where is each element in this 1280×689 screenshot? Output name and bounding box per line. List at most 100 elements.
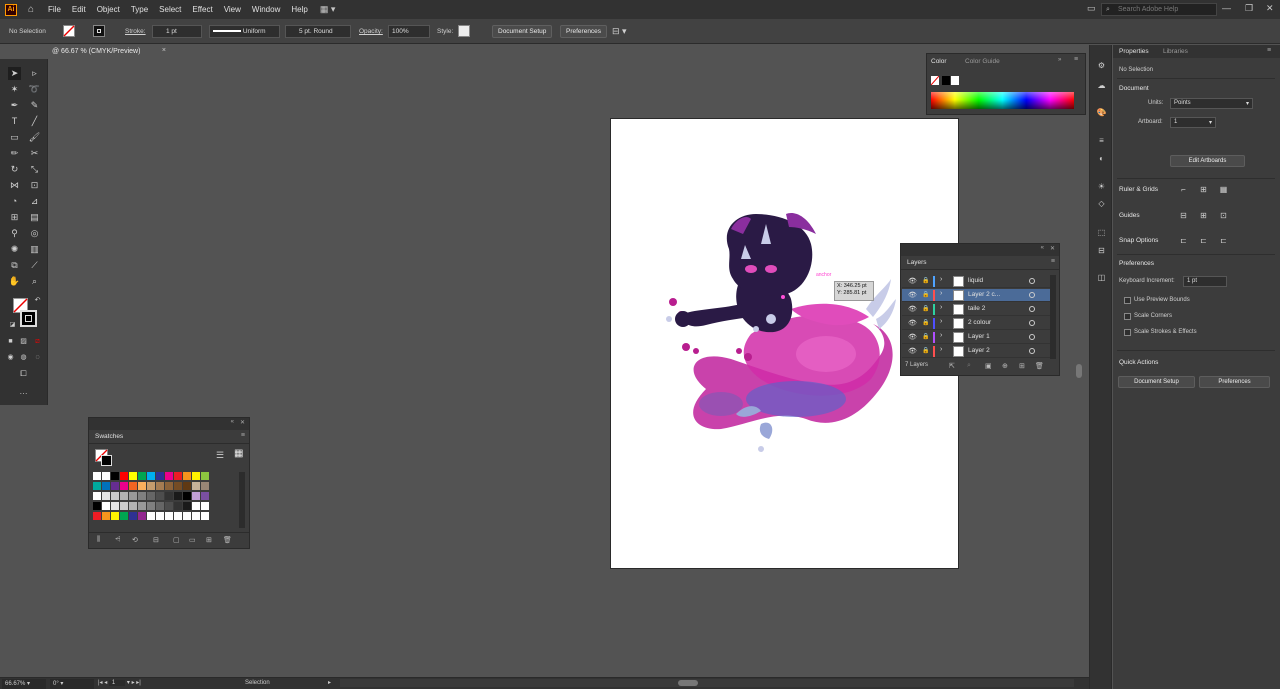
zoom-field[interactable]: 66.67% ▾ (2, 679, 46, 689)
color-swatch[interactable] (93, 492, 101, 500)
color-swatch[interactable] (102, 512, 110, 520)
color-swatch[interactable] (183, 482, 191, 490)
color-swatch[interactable] (201, 482, 209, 490)
none-mode-icon[interactable]: ⧄ (31, 335, 44, 348)
show-guides-icon[interactable]: ⊟ (1178, 210, 1189, 221)
color-swatch[interactable] (120, 482, 128, 490)
layer-row[interactable]: 👁 🔒 › 2 colour (902, 317, 1051, 330)
color-mode-icon[interactable]: ■ (4, 335, 17, 348)
target-circle-icon[interactable] (1029, 348, 1035, 354)
new-layer-icon[interactable]: ⊞ (1019, 362, 1025, 370)
color-swatch[interactable] (93, 472, 101, 480)
direct-selection-tool-icon[interactable]: ▹ (28, 67, 41, 80)
color-swatch[interactable] (156, 502, 164, 510)
menu-effect[interactable]: Effect (192, 5, 212, 14)
gradient-dock-icon[interactable]: ◐ (1096, 153, 1107, 164)
color-swatch[interactable] (111, 482, 119, 490)
color-swatch[interactable] (93, 502, 101, 510)
target-circle-icon[interactable] (1029, 306, 1035, 312)
document-setup-button[interactable]: Document Setup (492, 25, 553, 38)
menu-object[interactable]: Object (97, 5, 120, 14)
align-icon[interactable]: ⊟ ▾ (612, 26, 627, 37)
close-icon[interactable]: ✕ (1266, 3, 1274, 14)
color-swatch[interactable] (147, 482, 155, 490)
keyboard-increment-field[interactable]: 1 pt (1183, 276, 1227, 287)
lasso-tool-icon[interactable]: ➰ (28, 83, 41, 96)
color-swatch[interactable] (111, 512, 119, 520)
edit-toolbar-icon[interactable]: ··· (17, 387, 30, 400)
color-swatch[interactable] (102, 502, 110, 510)
collapse-icon[interactable]: « (1041, 245, 1044, 251)
opacity-label[interactable]: Opacity: (359, 28, 383, 35)
variable-width-profile[interactable]: Uniform (209, 25, 280, 38)
layer-name[interactable]: Layer 2 (968, 347, 990, 354)
color-swatch[interactable] (138, 482, 146, 490)
color-swatch[interactable] (165, 472, 173, 480)
color-swatch[interactable] (156, 512, 164, 520)
lock-icon[interactable]: 🔒 (922, 305, 929, 312)
mesh-tool-icon[interactable]: ⊞ (8, 211, 21, 224)
chevron-right-icon[interactable]: › (940, 290, 942, 297)
vertical-scroll-thumb[interactable] (1076, 364, 1082, 378)
color-swatch[interactable] (129, 482, 137, 490)
pen-tool-icon[interactable]: ✒ (8, 99, 21, 112)
color-swatch[interactable] (147, 512, 155, 520)
color-swatch[interactable] (183, 472, 191, 480)
ruler-icon[interactable]: ⌐ (1178, 184, 1189, 195)
rotate-tool-icon[interactable]: ↻ (8, 163, 21, 176)
preferences-button[interactable]: Preferences (560, 25, 608, 38)
target-circle-icon[interactable] (1029, 320, 1035, 326)
color-swatch[interactable] (120, 472, 128, 480)
scale-tool-icon[interactable]: ⤡ (28, 163, 41, 176)
arrange-icon[interactable]: ▭ (1087, 3, 1096, 14)
color-swatch[interactable] (192, 472, 200, 480)
visibility-eye-icon[interactable]: 👁 (908, 291, 917, 299)
visibility-eye-icon[interactable]: 👁 (908, 319, 917, 327)
selection-tool-icon[interactable]: ➤ (8, 67, 21, 80)
color-dock-icon[interactable]: 🎨 (1096, 107, 1107, 118)
paintbrush-tool-icon[interactable]: 🖌 (28, 131, 41, 144)
close-panel-icon[interactable]: ✕ (240, 419, 245, 426)
new-swatch-icon[interactable]: ⊞ (206, 536, 212, 544)
slice-tool-icon[interactable]: ⟋ (28, 259, 41, 272)
color-swatch[interactable] (183, 512, 191, 520)
use-preview-bounds-checkbox[interactable] (1124, 297, 1131, 304)
line-tool-icon[interactable]: ╱ (28, 115, 41, 128)
menu-select[interactable]: Select (159, 5, 181, 14)
draw-inside-icon[interactable]: ◌ (31, 351, 44, 364)
folder-icon[interactable]: ▭ (189, 536, 196, 544)
color-swatch[interactable] (93, 512, 101, 520)
graphic-style-swatch[interactable] (458, 25, 470, 37)
edit-artboards-button[interactable]: Edit Artboards (1170, 155, 1245, 167)
color-swatch[interactable] (93, 482, 101, 490)
horizontal-scroll-thumb[interactable] (678, 680, 698, 686)
menu-type[interactable]: Type (131, 5, 148, 14)
menu-view[interactable]: View (224, 5, 241, 14)
color-swatch[interactable] (165, 512, 173, 520)
stroke-color-icon[interactable] (20, 310, 37, 327)
list-view-icon[interactable]: ☰ (216, 450, 224, 461)
snap-to-glyph-icon[interactable]: ⊏ (1218, 235, 1229, 246)
eyedropper-tool-icon[interactable]: ⚲ (8, 227, 21, 240)
color-swatch[interactable] (147, 492, 155, 500)
lock-icon[interactable]: 🔒 (922, 291, 929, 298)
default-fill-stroke-icon[interactable]: ◪ (6, 319, 19, 332)
color-swatch[interactable] (174, 512, 182, 520)
vertical-scrollbar[interactable] (1074, 59, 1084, 674)
preferences-quick-button[interactable]: Preferences (1199, 376, 1270, 388)
color-black-icon[interactable] (942, 76, 950, 85)
target-circle-icon[interactable] (1029, 292, 1035, 298)
color-swatch[interactable] (102, 492, 110, 500)
lock-icon[interactable]: 🔒 (922, 347, 929, 354)
close-tab-icon[interactable]: × (162, 47, 166, 54)
chevron-right-icon[interactable]: › (940, 318, 942, 325)
chevron-right-icon[interactable]: › (940, 304, 942, 311)
symbol-sprayer-tool-icon[interactable]: ✺ (8, 243, 21, 256)
rectangle-tool-icon[interactable]: ▭ (8, 131, 21, 144)
screen-mode-icon[interactable]: ⧠ (17, 367, 30, 380)
color-swatch[interactable] (156, 492, 164, 500)
color-swatch[interactable] (174, 492, 182, 500)
layers-scrollbar[interactable] (1050, 275, 1056, 359)
lock-icon[interactable]: 🔒 (922, 277, 929, 284)
swatch-stroke-icon[interactable] (101, 455, 112, 466)
